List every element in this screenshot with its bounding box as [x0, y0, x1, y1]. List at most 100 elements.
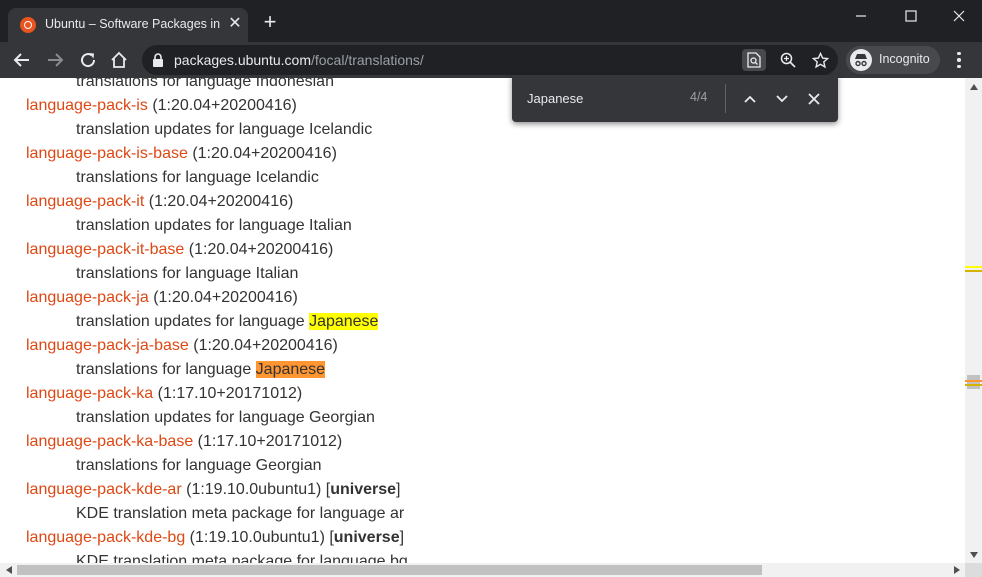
find-match-highlight: Japanese	[309, 313, 379, 330]
reload-icon	[81, 53, 96, 68]
chevron-up-icon	[744, 95, 756, 103]
find-in-page-icon[interactable]	[742, 49, 766, 71]
maximize-button[interactable]	[888, 0, 934, 32]
tab-title: Ubuntu – Software Packages in "focal", T…	[45, 17, 220, 31]
forward-arrow-icon	[48, 53, 64, 67]
package-link[interactable]: language-pack-kde-bg	[26, 529, 185, 546]
find-match-marker	[965, 266, 982, 268]
horizontal-scrollbar[interactable]	[0, 563, 965, 577]
package-description: KDE translation meta package for languag…	[76, 553, 408, 563]
scroll-down-icon[interactable]	[965, 546, 982, 563]
back-button[interactable]	[10, 48, 34, 72]
package-link[interactable]: language-pack-it	[26, 193, 144, 210]
package-description: KDE translation meta package for languag…	[76, 505, 405, 522]
reload-button[interactable]	[76, 48, 100, 72]
package-version: (1:17.10+20171012)	[197, 433, 343, 450]
url-text: packages.ubuntu.com/focal/translations/	[174, 52, 424, 68]
scroll-up-icon[interactable]	[965, 78, 982, 95]
address-bar[interactable]: packages.ubuntu.com/focal/translations/	[142, 45, 838, 75]
package-link[interactable]: language-pack-is-base	[26, 145, 188, 162]
back-arrow-icon	[13, 53, 29, 67]
package-entry: language-pack-kde-ar (1:19.10.0ubuntu1) …	[26, 481, 401, 498]
package-entry: language-pack-it (1:20.04+20200416)	[26, 190, 956, 214]
package-link[interactable]: language-pack-ja	[26, 289, 149, 306]
lock-icon	[153, 53, 163, 67]
maximize-icon	[905, 10, 917, 22]
scrollbar-corner	[965, 563, 982, 577]
package-section: universe	[333, 529, 400, 546]
package-version: (1:20.04+20200416)	[148, 193, 294, 210]
scroll-right-icon[interactable]	[948, 563, 965, 577]
description-text: translation updates for language	[76, 313, 310, 330]
package-link[interactable]: language-pack-is	[26, 97, 148, 114]
find-divider	[725, 84, 726, 113]
find-match-marker	[965, 384, 982, 386]
package-version: (1:20.04+20200416)	[193, 337, 338, 354]
package-version: (1:19.10.0ubuntu1)	[189, 529, 325, 546]
package-entry: language-pack-ja (1:20.04+20200416)	[26, 286, 956, 310]
zoom-icon[interactable]	[776, 49, 800, 71]
find-close-button[interactable]	[802, 87, 826, 111]
home-icon	[111, 51, 127, 68]
find-match-marker	[965, 380, 982, 382]
title-bar: Ubuntu – Software Packages in "focal", T…	[0, 0, 982, 42]
package-link[interactable]: language-pack-ka-base	[26, 433, 193, 450]
vertical-scroll-thumb[interactable]	[967, 375, 980, 389]
incognito-label: Incognito	[879, 52, 930, 66]
package-description: translations for language Georgian	[76, 457, 322, 474]
package-entry: language-pack-it-base (1:20.04+20200416)	[26, 238, 956, 262]
package-description: translations for language Japanese	[26, 358, 956, 382]
package-link[interactable]: language-pack-ja-base	[26, 337, 189, 354]
forward-button[interactable]	[43, 48, 67, 72]
find-match-marker	[965, 270, 982, 272]
close-icon	[808, 93, 820, 105]
close-window-button[interactable]	[936, 0, 982, 32]
package-version: (1:20.04+20200416)	[153, 289, 298, 306]
bookmark-star-icon[interactable]	[808, 49, 832, 71]
package-entry: language-pack-ka (1:17.10+20171012)	[26, 382, 956, 406]
find-input[interactable]	[527, 89, 677, 107]
minimize-button[interactable]	[838, 0, 884, 32]
package-link[interactable]: language-pack-ka	[26, 385, 153, 402]
incognito-icon	[850, 49, 872, 71]
incognito-indicator[interactable]: Incognito	[846, 46, 940, 74]
package-link[interactable]: language-pack-kde-ar	[26, 481, 182, 498]
find-next-button[interactable]	[770, 87, 794, 111]
minimize-icon	[856, 15, 866, 17]
browser-toolbar: packages.ubuntu.com/focal/translations/ …	[0, 42, 982, 78]
new-tab-icon[interactable]: +	[260, 11, 280, 33]
package-entry: language-pack-ka-base (1:17.10+20171012)	[26, 430, 956, 454]
url-path: /focal/translations/	[310, 52, 424, 68]
page-viewport: translations for language Indonesian lan…	[0, 78, 965, 563]
find-match-count: 4/4	[690, 90, 708, 104]
package-entry: language-pack-is-base (1:20.04+20200416)	[26, 142, 956, 166]
package-version: (1:20.04+20200416)	[152, 97, 297, 114]
find-previous-button[interactable]	[738, 87, 762, 111]
package-description: translations for language Italian	[76, 265, 299, 282]
ubuntu-favicon-icon	[20, 17, 36, 33]
more-menu-icon[interactable]	[948, 48, 970, 72]
package-version: (1:19.10.0ubuntu1)	[186, 481, 322, 498]
package-description: translation updates for language Georgia…	[76, 409, 375, 426]
package-description: translation updates for language Japanes…	[26, 310, 956, 334]
tab-close-icon[interactable]: ✕	[226, 15, 244, 33]
home-button[interactable]	[107, 48, 131, 72]
package-version: (1:20.04+20200416)	[192, 145, 337, 162]
horizontal-scroll-thumb[interactable]	[17, 565, 762, 575]
package-list: translations for language Indonesian lan…	[26, 78, 956, 563]
find-match-active-highlight: Japanese	[255, 361, 326, 378]
close-icon	[953, 10, 965, 22]
package-entry: language-pack-kde-bg (1:19.10.0ubuntu1) …	[26, 529, 405, 546]
browser-tab[interactable]: Ubuntu – Software Packages in "focal", T…	[8, 8, 248, 42]
scroll-left-icon[interactable]	[0, 563, 17, 577]
description-text: translations for language	[76, 361, 256, 378]
package-description: translation updates for language Italian	[76, 217, 352, 234]
url-host: packages.ubuntu.com	[174, 52, 311, 68]
package-version: (1:17.10+20171012)	[157, 385, 303, 402]
find-bar: 4/4	[512, 75, 838, 122]
package-section: universe	[330, 481, 397, 498]
package-link[interactable]: language-pack-it-base	[26, 241, 184, 258]
chevron-down-icon	[776, 95, 788, 103]
package-version: (1:20.04+20200416)	[188, 241, 334, 258]
vertical-scrollbar[interactable]	[965, 78, 982, 563]
